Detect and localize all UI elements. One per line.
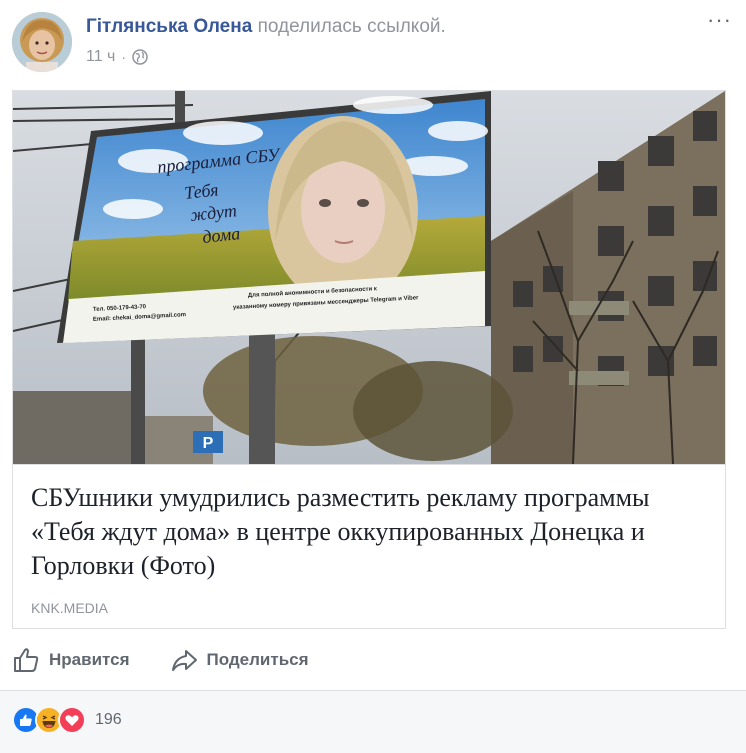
meta-separator: · (121, 49, 127, 65)
post-action-bar: Нравится Поделиться (12, 640, 309, 680)
share-arrow-icon (171, 650, 197, 671)
reaction-summary[interactable]: 196 (12, 706, 122, 734)
billboard-line-2: Тебя (183, 180, 219, 203)
like-label: Нравится (49, 650, 130, 669)
billboard-line-4: дома (201, 223, 241, 247)
shared-link-post: Гітлянська Олена поделилась ссылкой. 11 … (0, 0, 746, 753)
more-options-icon[interactable]: ··· (707, 9, 732, 31)
share-button[interactable]: Поделиться (170, 646, 309, 674)
post-header-line: Гітлянська Олена поделилась ссылкой. (86, 16, 446, 38)
svg-text:P: P (203, 435, 214, 452)
author-name-link[interactable]: Гітлянська Олена (86, 16, 252, 37)
globe-icon[interactable] (132, 49, 148, 65)
post-meta: 11 ч · (86, 48, 148, 66)
author-avatar[interactable] (12, 12, 72, 72)
love-reaction-icon (58, 706, 86, 734)
share-label: Поделиться (206, 650, 309, 669)
link-preview-card[interactable]: P программа СБУ Тебя ждут дома Тел. 050-… (12, 90, 726, 629)
link-title[interactable]: СБУшники умудрились разместить рекламу п… (31, 481, 711, 583)
post-action-text: поделилась ссылкой. (257, 16, 446, 37)
like-button[interactable]: Нравится (12, 646, 130, 674)
avatar-image (12, 12, 72, 72)
link-preview-body[interactable]: СБУшники умудрились разместить рекламу п… (13, 464, 725, 628)
billboard-photo: P программа СБУ Тебя ждут дома Тел. 050-… (13, 91, 725, 464)
reaction-count[interactable]: 196 (95, 711, 122, 729)
link-preview-image[interactable]: P программа СБУ Тебя ждут дома Тел. 050-… (13, 91, 725, 464)
link-domain: KNK.MEDIA (31, 600, 109, 616)
post-timestamp[interactable]: 11 ч (86, 48, 115, 66)
thumbs-up-icon (14, 648, 39, 672)
